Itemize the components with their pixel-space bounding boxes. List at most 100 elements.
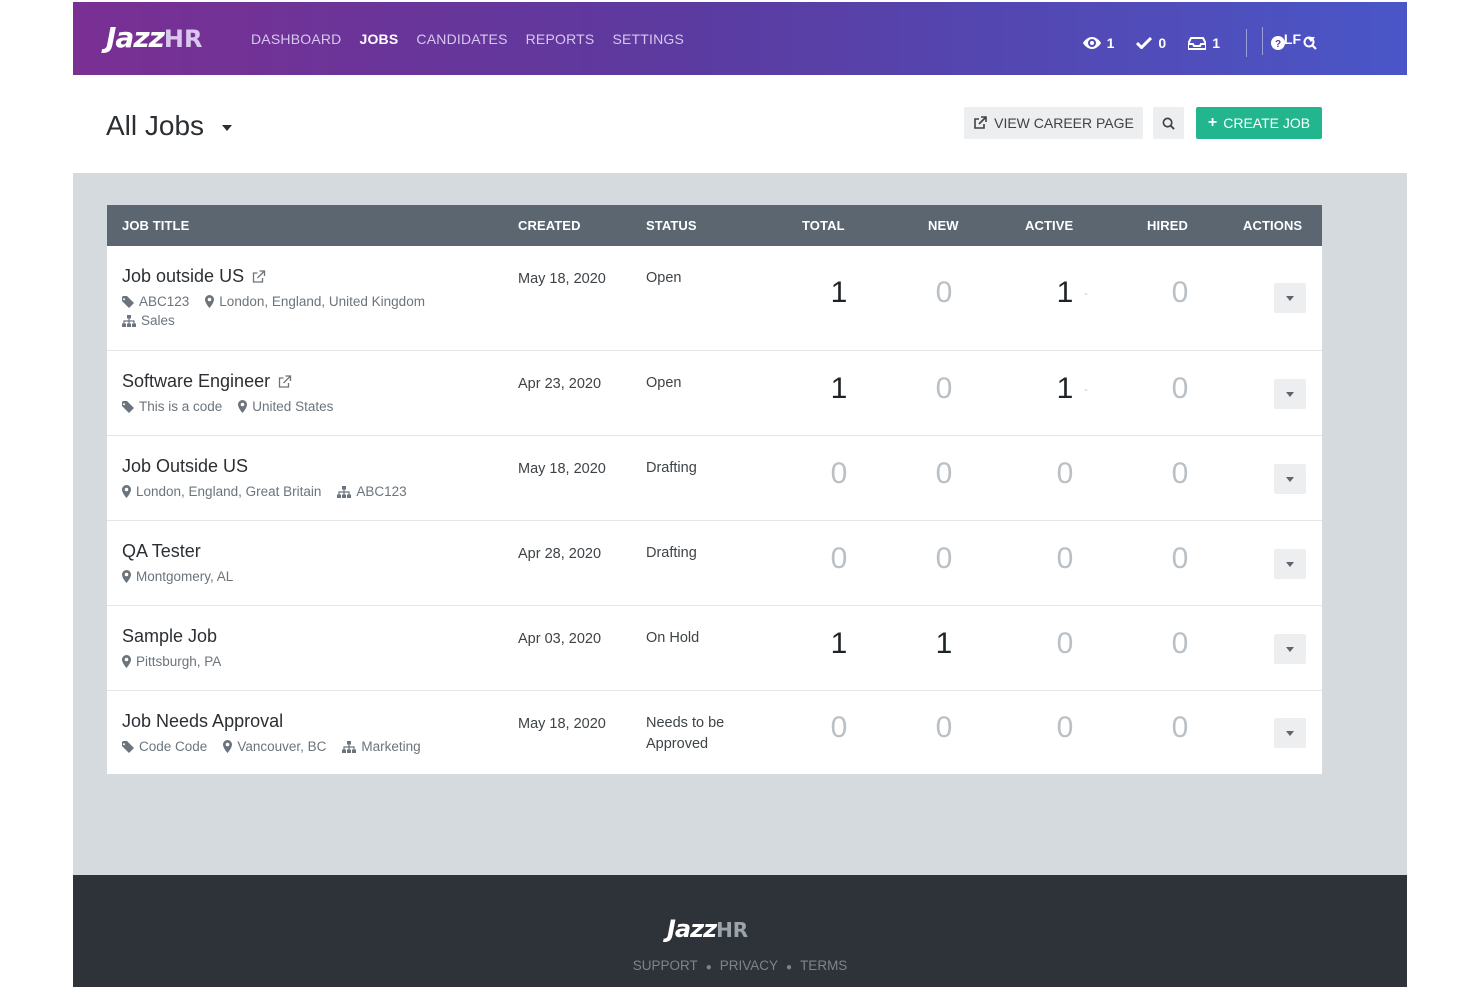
nav-divider bbox=[1246, 29, 1247, 57]
count-total[interactable]: 0 bbox=[824, 457, 854, 491]
col-job-title[interactable]: JOB TITLE bbox=[122, 218, 189, 233]
count-new[interactable]: 0 bbox=[929, 542, 959, 576]
job-meta: London, England, Great Britain ABC123 bbox=[122, 484, 423, 499]
count-active[interactable]: 0 bbox=[1050, 711, 1080, 745]
count-total[interactable]: 0 bbox=[824, 711, 854, 745]
job-title: Software Engineer bbox=[122, 371, 271, 391]
job-title-link[interactable]: Software Engineer bbox=[122, 371, 292, 392]
job-status: Needs to be Approved bbox=[646, 715, 725, 752]
count-active[interactable]: 0 bbox=[1050, 457, 1080, 491]
count-new[interactable]: 0 bbox=[929, 711, 959, 745]
user-menu[interactable]: LF bbox=[1261, 27, 1315, 55]
map-pin-icon bbox=[122, 655, 131, 668]
count-active[interactable]: 0 bbox=[1050, 627, 1080, 661]
nav-candidates[interactable]: CANDIDATES bbox=[416, 31, 507, 47]
job-status: On Hold bbox=[646, 630, 700, 646]
count-hired[interactable]: 0 bbox=[1165, 457, 1195, 491]
count-hired[interactable]: 0 bbox=[1165, 627, 1195, 661]
meta-item-pin: United States bbox=[238, 399, 333, 414]
count-total[interactable]: 0 bbox=[824, 542, 854, 576]
meta-item-org: ABC123 bbox=[337, 484, 407, 499]
job-meta: Montgomery, AL bbox=[122, 569, 249, 584]
job-meta: Pittsburgh, PA bbox=[122, 654, 237, 669]
meta-item-pin: Pittsburgh, PA bbox=[122, 654, 221, 669]
count-total[interactable]: 1 bbox=[824, 372, 854, 406]
meta-item-pin: Montgomery, AL bbox=[122, 569, 233, 584]
external-link-icon bbox=[974, 116, 987, 129]
count-hired[interactable]: 0 bbox=[1165, 542, 1195, 576]
count-hired[interactable]: 0 bbox=[1165, 711, 1195, 745]
count-active[interactable]: 1 bbox=[1050, 372, 1080, 406]
footer-support-link[interactable]: SUPPORT bbox=[633, 958, 698, 973]
col-actions: ACTIONS bbox=[1243, 218, 1303, 233]
jazzhr-logo[interactable]: JazzHR bbox=[106, 21, 202, 54]
count-active[interactable]: 0 bbox=[1050, 542, 1080, 576]
nav-dashboard[interactable]: DASHBOARD bbox=[251, 31, 341, 47]
nav-jobs[interactable]: JOBS bbox=[359, 31, 398, 47]
chevron-down-icon bbox=[1286, 561, 1294, 567]
meta-item-org: Marketing bbox=[342, 739, 421, 754]
active-trend-marker: - bbox=[1084, 384, 1088, 396]
help-button[interactable]: ? bbox=[1271, 36, 1285, 50]
col-active[interactable]: ACTIVE bbox=[1025, 218, 1073, 233]
create-job-button[interactable]: + CREATE JOB bbox=[1196, 107, 1322, 139]
count-active[interactable]: 1 bbox=[1050, 276, 1080, 310]
job-title-link[interactable]: QA Tester bbox=[122, 541, 201, 562]
nav-reports[interactable]: REPORTS bbox=[526, 31, 595, 47]
footer-terms-link[interactable]: TERMS bbox=[800, 958, 847, 973]
row-actions-dropdown[interactable] bbox=[1274, 634, 1306, 664]
external-link-icon bbox=[278, 374, 292, 388]
col-created[interactable]: CREATED bbox=[518, 218, 581, 233]
nav-settings[interactable]: SETTINGS bbox=[612, 31, 684, 47]
meta-item-tag: Code Code bbox=[122, 739, 207, 754]
tasks-counter[interactable]: 0 bbox=[1136, 35, 1166, 51]
inbox-counter[interactable]: 1 bbox=[1188, 35, 1220, 51]
row-actions-dropdown[interactable] bbox=[1274, 379, 1306, 409]
plus-icon: + bbox=[1207, 114, 1218, 131]
count-new[interactable]: 1 bbox=[929, 627, 959, 661]
meta-text: Marketing bbox=[361, 739, 421, 754]
row-actions-dropdown[interactable] bbox=[1274, 718, 1306, 748]
count-hired[interactable]: 0 bbox=[1165, 372, 1195, 406]
table-row: Job Needs Approval Code Code Vancouver, BC… bbox=[107, 690, 1322, 774]
chevron-down-icon bbox=[1286, 476, 1294, 482]
search-icon bbox=[1162, 117, 1175, 130]
jobs-table: JOB TITLE CREATED STATUS TOTAL NEW ACTIV… bbox=[107, 205, 1322, 774]
chevron-down-icon bbox=[1286, 391, 1294, 397]
jobs-filter-dropdown[interactable]: All Jobs bbox=[106, 110, 233, 142]
row-actions-dropdown[interactable] bbox=[1274, 549, 1306, 579]
count-total[interactable]: 1 bbox=[824, 627, 854, 661]
count-new[interactable]: 0 bbox=[929, 276, 959, 310]
col-hired[interactable]: HIRED bbox=[1147, 218, 1188, 233]
org-chart-icon bbox=[342, 740, 357, 753]
job-title-link[interactable]: Job Outside US bbox=[122, 456, 248, 477]
job-meta: This is a code United States bbox=[122, 399, 349, 414]
job-title-link[interactable]: Sample Job bbox=[122, 626, 217, 647]
row-actions-dropdown[interactable] bbox=[1274, 283, 1306, 313]
views-counter[interactable]: 1 bbox=[1082, 35, 1114, 51]
question-icon: ? bbox=[1271, 36, 1285, 50]
meta-text: Sales bbox=[141, 313, 175, 328]
count-new[interactable]: 0 bbox=[929, 457, 959, 491]
job-title-link[interactable]: Job Needs Approval bbox=[122, 711, 283, 732]
count-hired[interactable]: 0 bbox=[1165, 276, 1195, 310]
footer-privacy-link[interactable]: PRIVACY bbox=[720, 958, 778, 973]
job-title: Job outside US bbox=[122, 266, 245, 286]
chevron-down-icon bbox=[1307, 36, 1315, 42]
row-actions-dropdown[interactable] bbox=[1274, 464, 1306, 494]
meta-text: Montgomery, AL bbox=[136, 569, 234, 584]
col-total[interactable]: TOTAL bbox=[802, 218, 845, 233]
tag-icon bbox=[122, 740, 134, 753]
created-date: Apr 23, 2020 bbox=[518, 376, 602, 392]
search-jobs-button[interactable] bbox=[1153, 107, 1184, 139]
count-total[interactable]: 1 bbox=[824, 276, 854, 310]
check-icon bbox=[1136, 37, 1153, 49]
job-title-link[interactable]: Job outside US bbox=[122, 266, 266, 287]
view-career-page-button[interactable]: VIEW CAREER PAGE bbox=[964, 107, 1143, 139]
count-new[interactable]: 0 bbox=[929, 372, 959, 406]
col-new[interactable]: NEW bbox=[928, 218, 959, 233]
col-status[interactable]: STATUS bbox=[646, 218, 697, 233]
meta-text: London, England, United Kingdom bbox=[219, 294, 425, 309]
map-pin-icon bbox=[122, 570, 131, 583]
page-header: All Jobs VIEW CAREER PAGE + CREATE JOB bbox=[73, 75, 1407, 173]
